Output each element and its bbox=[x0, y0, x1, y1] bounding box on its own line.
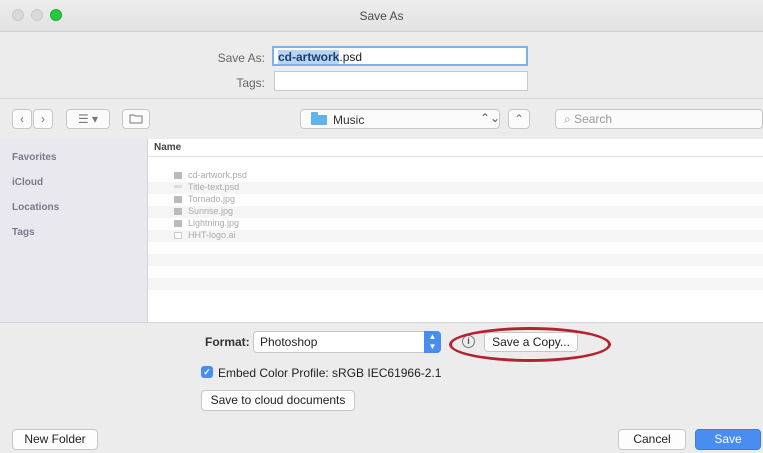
format-label: Format: bbox=[205, 335, 250, 349]
file-name: Title-text.psd bbox=[188, 182, 240, 192]
sidebar-item-tags[interactable]: Tags bbox=[12, 227, 35, 238]
back-arrow-icon: ‹ bbox=[20, 112, 24, 126]
tags-label: Tags: bbox=[236, 76, 265, 90]
row-stripe bbox=[148, 230, 763, 242]
view-options-button[interactable]: ☰ ▾ bbox=[66, 109, 110, 129]
forward-arrow-icon: › bbox=[41, 112, 45, 126]
file-name: Lightning.jpg bbox=[188, 218, 240, 228]
save-button[interactable]: Save bbox=[695, 429, 761, 450]
list-item[interactable]: Title-text.psd bbox=[174, 182, 239, 194]
forward-button[interactable]: › bbox=[33, 109, 53, 129]
chevron-updown-icon: ▲ ▼ bbox=[424, 331, 441, 353]
image-icon bbox=[174, 196, 182, 203]
sidebar-item-icloud[interactable]: iCloud bbox=[12, 177, 43, 188]
list-item[interactable]: cd-artwork.psd bbox=[174, 170, 247, 182]
row-stripe bbox=[148, 278, 763, 290]
save-to-cloud-button[interactable]: Save to cloud documents bbox=[201, 390, 355, 411]
search-field[interactable]: ⌕ Search bbox=[555, 109, 763, 129]
sidebar: Favorites iCloud Locations Tags bbox=[0, 139, 148, 322]
expand-collapse-button[interactable]: ⌃ bbox=[508, 109, 530, 129]
row-stripe bbox=[148, 254, 763, 266]
format-value: Photoshop bbox=[260, 335, 318, 349]
document-icon bbox=[174, 232, 182, 239]
file-list: Name cd-artwork.psd Title-text.psd Torna… bbox=[148, 139, 763, 322]
row-stripe bbox=[148, 182, 763, 194]
filename-extension: .psd bbox=[339, 50, 363, 64]
checkmark-icon: ✓ bbox=[203, 367, 211, 377]
file-name: Sunrise.jpg bbox=[188, 206, 234, 216]
embed-color-profile-checkbox[interactable]: ✓ bbox=[201, 366, 213, 378]
browser-toolbar: ‹ › ☰ ▾ Music ⌃⌄ ⌃ ⌕ Search bbox=[0, 98, 763, 138]
save-as-label: Save As: bbox=[217, 51, 265, 65]
file-name: Tornado.jpg bbox=[188, 194, 236, 204]
list-item[interactable]: HHT-logo.ai bbox=[174, 230, 236, 242]
sidebar-item-locations[interactable]: Locations bbox=[12, 202, 59, 213]
text-icon bbox=[174, 185, 182, 188]
image-icon bbox=[174, 172, 182, 179]
info-icon[interactable]: i bbox=[462, 335, 475, 348]
list-item[interactable]: Tornado.jpg bbox=[174, 194, 235, 206]
save-a-copy-button[interactable]: Save a Copy... bbox=[484, 332, 578, 352]
location-popup[interactable]: Music bbox=[300, 109, 500, 129]
row-stripe bbox=[148, 206, 763, 218]
column-header-name[interactable]: Name bbox=[148, 139, 763, 157]
new-folder-toolbar-button[interactable] bbox=[122, 109, 150, 129]
new-folder-button[interactable]: New Folder bbox=[12, 429, 98, 450]
list-view-icon: ☰ ▾ bbox=[77, 112, 99, 126]
tags-field[interactable] bbox=[274, 71, 528, 91]
filename-selected-text: cd-artwork bbox=[278, 50, 340, 64]
folder-outline-icon bbox=[129, 114, 143, 124]
chevron-up-icon: ⌃ bbox=[513, 112, 525, 126]
title-bar: Save As bbox=[0, 0, 763, 32]
options-pane: Format: Photoshop ▲ ▼ i Save a Copy... ✓ … bbox=[0, 322, 763, 453]
window-title: Save As bbox=[359, 9, 404, 23]
cancel-button[interactable]: Cancel bbox=[618, 429, 686, 450]
search-icon: ⌕ bbox=[564, 112, 575, 126]
image-icon bbox=[174, 208, 182, 215]
format-select[interactable]: Photoshop ▲ ▼ bbox=[253, 331, 441, 353]
list-item[interactable]: Sunrise.jpg bbox=[174, 206, 233, 218]
image-icon bbox=[174, 220, 182, 227]
sidebar-item-favorites[interactable]: Favorites bbox=[12, 152, 56, 163]
folder-icon bbox=[311, 112, 327, 125]
file-name: cd-artwork.psd bbox=[188, 170, 248, 180]
search-placeholder: Search bbox=[574, 112, 613, 126]
filename-field[interactable]: cd-artwork.psd bbox=[272, 46, 528, 66]
list-item[interactable]: Lightning.jpg bbox=[174, 218, 239, 230]
location-label: Music bbox=[333, 113, 365, 127]
location-stepper-icon[interactable]: ⌃⌄ bbox=[480, 109, 500, 129]
back-button[interactable]: ‹ bbox=[12, 109, 32, 129]
embed-color-profile-label: Embed Color Profile: sRGB IEC61966-2.1 bbox=[218, 366, 442, 380]
file-name: HHT-logo.ai bbox=[188, 230, 236, 240]
